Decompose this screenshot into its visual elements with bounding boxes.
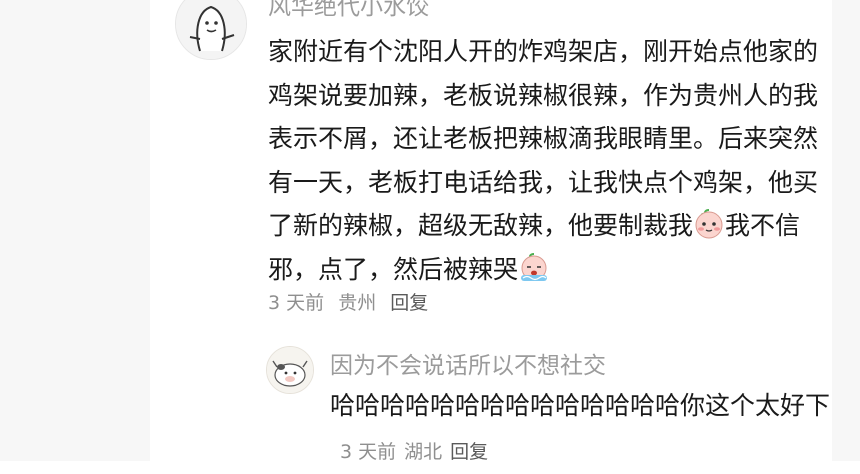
cartoon-avatar-icon	[176, 0, 246, 59]
reply-time: 3 天前	[340, 441, 397, 463]
left-background	[0, 0, 150, 461]
comment-time: 3 天前	[268, 292, 325, 314]
reply-username[interactable]: 因为不会说话所以不想社交	[330, 346, 606, 380]
crying-face-emoji-icon	[521, 252, 548, 281]
comment-text-part-1: 家附近有个沈阳人开的炸鸡架店，刚开始点他家的鸡架说要加辣，老板说辣椒很辣，作为贵…	[268, 37, 819, 241]
comment-username[interactable]: 风华绝代小水饺	[268, 0, 429, 21]
comment-reply-button[interactable]: 回复	[390, 292, 428, 314]
reply-avatar[interactable]	[266, 346, 314, 394]
right-background	[832, 0, 860, 461]
peach-face-emoji-icon	[695, 209, 723, 239]
reply-text-content: 哈哈哈哈哈哈哈哈哈哈哈哈哈哈你这个太好下	[330, 391, 831, 420]
comment-text: 家附近有个沈阳人开的炸鸡架店，刚开始点他家的鸡架说要加辣，老板说辣椒很辣，作为贵…	[268, 30, 828, 292]
reply-meta: 3 天前 湖北 回复	[340, 441, 496, 463]
reply-reply-button[interactable]: 回复	[450, 441, 488, 463]
cow-avatar-icon	[267, 347, 313, 393]
reply-location: 湖北	[404, 441, 443, 463]
comment-location: 贵州	[338, 292, 377, 314]
comment-meta: 3 天前 贵州 回复	[268, 288, 436, 315]
